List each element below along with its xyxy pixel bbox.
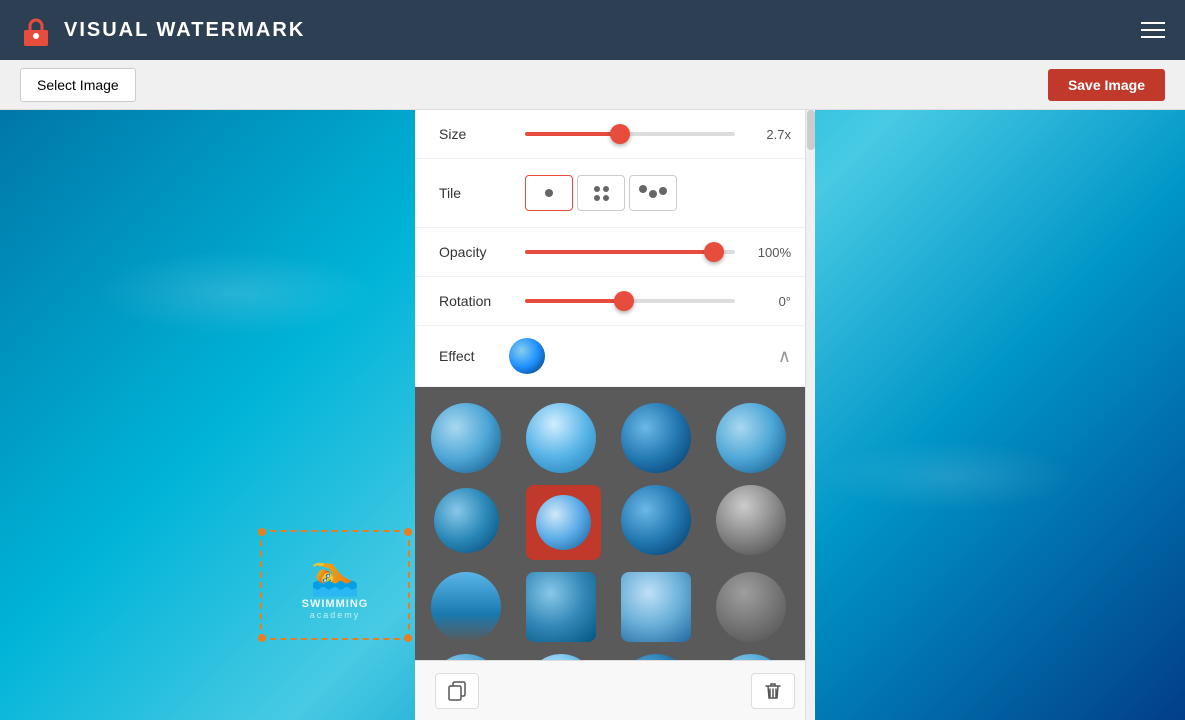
effect-preview-circle	[509, 338, 545, 374]
tile-option-scatter[interactable]	[629, 175, 677, 211]
opacity-slider-thumb[interactable]	[704, 242, 724, 262]
header-left: VISUAL WATERMARK	[20, 14, 305, 46]
delete-button[interactable]	[751, 673, 795, 709]
save-image-button[interactable]: Save Image	[1048, 69, 1165, 101]
panel-scrollbar-thumb[interactable]	[807, 110, 815, 150]
size-row: Size 2.7x	[415, 110, 815, 159]
effect-item-6-selected[interactable]	[526, 485, 601, 560]
settings-panel: Size 2.7x Tile	[415, 110, 815, 720]
rotation-slider-thumb[interactable]	[614, 291, 634, 311]
lock-icon	[20, 14, 52, 46]
size-slider-fill	[525, 132, 620, 136]
opacity-slider-fill	[525, 250, 714, 254]
effect-item-7[interactable]	[621, 485, 691, 555]
trash-icon	[763, 681, 783, 701]
size-label: Size	[439, 126, 509, 142]
tile-single-dot	[545, 189, 553, 197]
size-slider-thumb[interactable]	[610, 124, 630, 144]
copy-button[interactable]	[435, 673, 479, 709]
effect-item-12[interactable]	[716, 572, 786, 642]
opacity-slider-container	[525, 250, 735, 254]
effect-item-8[interactable]	[716, 485, 786, 555]
effect-circle-9	[431, 572, 501, 642]
app-header: VISUAL WATERMARK	[0, 0, 1185, 60]
copy-icon	[447, 681, 467, 701]
opacity-slider-track	[525, 250, 735, 254]
tile-row: Tile	[415, 159, 815, 228]
menu-button[interactable]	[1141, 22, 1165, 38]
main-toolbar: Select Image Save Image	[0, 60, 1185, 110]
tile-label: Tile	[439, 185, 509, 201]
tile-grid-dots	[594, 186, 609, 201]
rotation-label: Rotation	[439, 293, 509, 309]
effect-circle-5	[434, 488, 499, 553]
effect-item-10[interactable]	[526, 572, 596, 642]
rotation-slider-container	[525, 299, 735, 303]
rotation-value: 0°	[751, 294, 791, 309]
effect-item-11[interactable]	[621, 572, 691, 642]
effect-grid	[415, 387, 815, 660]
rotation-slider-fill	[525, 299, 624, 303]
effect-circle-10	[526, 572, 596, 642]
effect-item-1[interactable]	[431, 403, 501, 473]
tile-scatter-dots	[639, 185, 667, 201]
effect-circle-4	[716, 403, 786, 473]
size-value: 2.7x	[751, 127, 791, 142]
main-area: 🏊 SWIMMING academy Size 2.7x Tile	[0, 110, 1185, 720]
effect-item-4[interactable]	[716, 403, 786, 473]
watermark-text-bottom: academy	[310, 610, 361, 620]
size-slider-track	[525, 132, 735, 136]
tile-option-grid[interactable]	[577, 175, 625, 211]
effect-circle-2	[526, 403, 596, 473]
effect-item-3[interactable]	[621, 403, 691, 473]
effect-circle-1	[431, 403, 501, 473]
effect-item-9[interactable]	[431, 572, 501, 642]
effect-circle-6	[536, 495, 591, 550]
effect-circle-3	[621, 403, 691, 473]
opacity-value: 100%	[751, 245, 791, 260]
panel-scrollbar[interactable]	[805, 110, 815, 720]
effect-circle-7	[621, 485, 691, 555]
panel-bottom-bar	[415, 660, 815, 720]
tile-option-single[interactable]	[525, 175, 573, 211]
watermark-handle-tr[interactable]	[404, 528, 412, 536]
size-slider-container	[525, 132, 735, 136]
effect-item-2[interactable]	[526, 403, 596, 473]
effect-circle-12	[716, 572, 786, 642]
effect-label: Effect	[439, 348, 509, 364]
watermark-text-top: SWIMMING	[302, 598, 369, 610]
opacity-label: Opacity	[439, 244, 509, 260]
effect-circle-8	[716, 485, 786, 555]
effect-item-5[interactable]	[431, 485, 501, 555]
chevron-up-icon: ∧	[778, 346, 791, 367]
rotation-row: Rotation 0°	[415, 277, 815, 326]
watermark-element[interactable]: 🏊 SWIMMING academy	[260, 530, 410, 640]
effect-circle-11	[621, 572, 691, 642]
watermark-handle-bl[interactable]	[258, 634, 266, 642]
tile-options	[525, 175, 677, 211]
opacity-row: Opacity 100%	[415, 228, 815, 277]
watermark-icon: 🏊	[310, 551, 360, 598]
watermark-handle-br[interactable]	[404, 634, 412, 642]
app-title: VISUAL WATERMARK	[64, 19, 305, 42]
select-image-button[interactable]: Select Image	[20, 68, 136, 102]
watermark-handle-tl[interactable]	[258, 528, 266, 536]
rotation-slider-track	[525, 299, 735, 303]
effect-section-header[interactable]: Effect ∧	[415, 326, 815, 387]
